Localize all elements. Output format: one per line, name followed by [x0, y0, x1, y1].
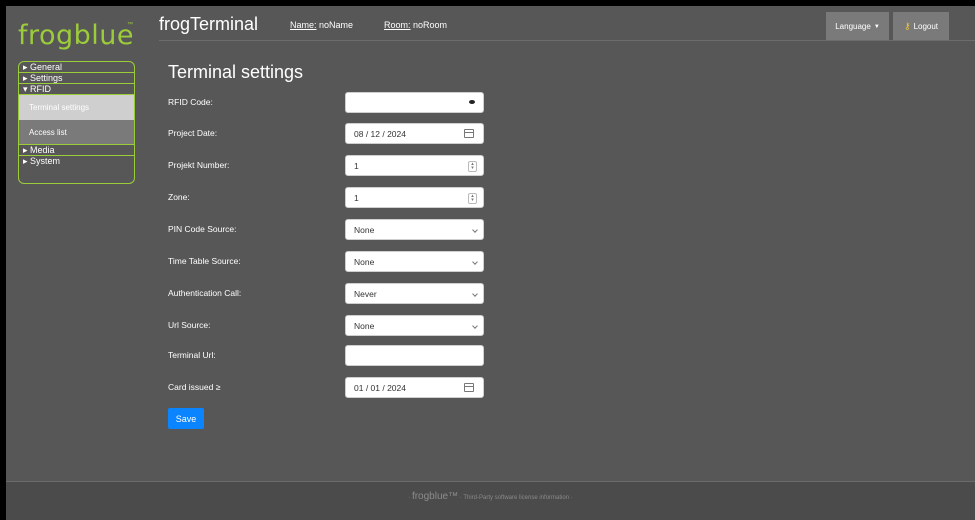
language-label: Language — [835, 22, 871, 31]
project-date-row: Project Date: 08 / 12 / 2024 — [168, 123, 488, 145]
eye-icon[interactable] — [469, 100, 475, 104]
sidebar-item-media[interactable]: ▸ Media — [19, 145, 134, 156]
zone-row: Zone: 1 ▴ ▾ — [168, 187, 488, 209]
card-issued-value: 01 / 01 / 2024 — [354, 383, 406, 393]
time-table-source-row: Time Table Source: None — [168, 251, 488, 273]
sidebar-item-rfid[interactable]: ▾ RFID — [19, 84, 134, 95]
rfid-code-label: RFID Code: — [168, 97, 213, 107]
sidebar-item-settings[interactable]: ▸ Settings — [19, 73, 134, 84]
name-label: Name: — [290, 20, 317, 30]
calendar-icon[interactable] — [464, 129, 474, 138]
project-date-label: Project Date: — [168, 128, 218, 138]
card-issued-label: Card issued ≥ — [168, 382, 221, 392]
time-table-source-value: None — [354, 257, 375, 267]
page-title: Terminal settings — [168, 62, 304, 82]
language-dropdown[interactable]: Language ▼ — [826, 12, 889, 41]
authentication-call-label: Authentication Call: — [168, 288, 242, 298]
card-issued-date-input[interactable]: 01 / 01 / 2024 — [345, 377, 484, 398]
zone-value: 1 — [354, 193, 359, 203]
rfid-code-input[interactable] — [345, 92, 484, 113]
footer-separator: · — [408, 495, 411, 501]
chevron-down-icon — [472, 323, 478, 329]
url-source-row: Url Source: None — [168, 315, 488, 337]
footer-separator: · — [459, 495, 462, 501]
device-name-info: Name: noName — [290, 20, 353, 30]
card-issued-row: Card issued ≥ 01 / 01 / 2024 — [168, 377, 488, 399]
project-date-input[interactable]: 08 / 12 / 2024 — [345, 123, 484, 144]
spinner-icon[interactable]: ▴ ▾ — [468, 193, 477, 204]
header-divider — [159, 40, 975, 41]
frogblue-logo: frogblue — [18, 20, 135, 51]
terminal-url-input[interactable] — [345, 345, 484, 366]
trademark-mark: ™ — [127, 22, 133, 28]
sidebar-nav: ▸ General ▸ Settings ▾ RFID Terminal set… — [18, 61, 135, 184]
sidebar-item-access-list[interactable]: Access list — [19, 120, 134, 145]
name-value: noName — [319, 20, 354, 30]
save-button[interactable]: Save — [168, 408, 204, 429]
spinner-icon[interactable]: ▴ ▾ — [468, 161, 477, 172]
zone-label: Zone: — [168, 192, 190, 202]
authentication-call-select[interactable]: Never — [345, 283, 484, 304]
chevron-down-icon — [472, 259, 478, 265]
chevron-down-icon — [472, 227, 478, 233]
app-window: frogblue ™ frogTerminal Name: noName Roo… — [6, 6, 975, 520]
project-number-row: Projekt Number: 1 ▴ ▾ — [168, 155, 488, 177]
chevron-down-icon — [472, 291, 478, 297]
logout-button[interactable]: ⚷ Logout — [893, 12, 949, 41]
time-table-source-label: Time Table Source: — [168, 256, 241, 266]
footer-brand-link[interactable]: frogblue™ — [412, 491, 458, 502]
sidebar-item-terminal-settings[interactable]: Terminal settings — [19, 95, 134, 120]
calendar-icon[interactable] — [464, 383, 474, 392]
room-value: noRoom — [413, 20, 448, 30]
sidebar-item-system[interactable]: ▸ System — [19, 156, 134, 167]
project-number-value: 1 — [354, 161, 359, 171]
room-info: Room: noRoom — [384, 20, 447, 30]
room-label: Room: — [384, 20, 411, 30]
footer-separator: · — [570, 495, 573, 501]
pin-code-source-label: PIN Code Source: — [168, 224, 237, 234]
zone-stepper[interactable]: 1 ▴ ▾ — [345, 187, 484, 208]
url-source-value: None — [354, 321, 375, 331]
footer: · frogblue™ · Third-Party software licen… — [6, 481, 975, 520]
project-number-stepper[interactable]: 1 ▴ ▾ — [345, 155, 484, 176]
key-icon: ⚷ — [903, 21, 911, 31]
app-title: frogTerminal — [159, 14, 259, 34]
terminal-url-row: Terminal Url: — [168, 345, 488, 367]
url-source-select[interactable]: None — [345, 315, 484, 336]
license-link[interactable]: Third-Party software license information — [463, 495, 569, 501]
project-number-label: Projekt Number: — [168, 160, 230, 170]
sidebar-item-general[interactable]: ▸ General — [19, 62, 134, 73]
url-source-label: Url Source: — [168, 320, 211, 330]
terminal-url-label: Terminal Url: — [168, 350, 216, 360]
footer-text: · frogblue™ · Third-Party software licen… — [6, 491, 975, 502]
pin-code-source-value: None — [354, 225, 375, 235]
pin-code-source-select[interactable]: None — [345, 219, 484, 240]
logout-label: Logout — [913, 22, 939, 31]
rfid-code-row: RFID Code: — [168, 92, 488, 114]
time-table-source-select[interactable]: None — [345, 251, 484, 272]
caret-down-icon: ▼ — [873, 23, 880, 30]
pin-code-source-row: PIN Code Source: None — [168, 219, 488, 241]
authentication-call-value: Never — [354, 289, 377, 299]
authentication-call-row: Authentication Call: Never — [168, 283, 488, 305]
project-date-value: 08 / 12 / 2024 — [354, 129, 406, 139]
